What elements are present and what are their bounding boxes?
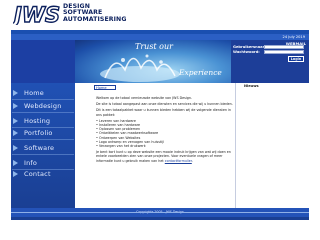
- footer-divider: [11, 212, 309, 213]
- menu-label: Contact: [24, 170, 51, 178]
- menu-label: Webdesign: [24, 102, 62, 110]
- header-left-panel: [11, 40, 75, 83]
- intro-paragraph-2: De site is totaal aangepast aan onze die…: [96, 102, 233, 107]
- webmail-login-panel: WEBMAIL Gebruikersnaam: Wachtwoord: Logi…: [231, 40, 309, 83]
- intro-text: Welkom op de totaal vernieuwde website v…: [96, 96, 236, 165]
- intro-paragraph-1: Welkom op de totaal vernieuwde website v…: [96, 96, 193, 100]
- menu-item-software[interactable]: Software: [12, 144, 74, 153]
- menu-item-home[interactable]: Home: [12, 89, 74, 98]
- menu-label: Hosting: [24, 117, 51, 125]
- arrow-icon: [13, 130, 18, 136]
- menu-label: Software: [24, 144, 55, 152]
- arrow-icon: [13, 103, 18, 109]
- menu-label: Home: [24, 89, 44, 97]
- menu-divider: [12, 99, 74, 100]
- header-banner: Trust our Experience: [75, 40, 231, 83]
- logo-text: DESIGN SOFTWARE AUTOMATISERING: [63, 3, 127, 23]
- menu-divider: [12, 139, 74, 140]
- menu-divider: [12, 127, 74, 128]
- password-label: Wachtwoord:: [233, 50, 260, 54]
- water-splash-image: [100, 54, 180, 82]
- arrow-icon: [13, 145, 18, 151]
- logo-mark: JWS: [13, 3, 60, 25]
- menu-label: Portfolio: [24, 129, 53, 137]
- breadcrumb[interactable]: Home: [94, 85, 116, 90]
- banner-slogan-2: Experience: [179, 68, 222, 77]
- arrow-icon: [13, 171, 18, 177]
- intro-paragraph-3: Dit is een totaalpakket waar u kunnen bi…: [96, 108, 232, 117]
- menu-label: Info: [24, 159, 38, 167]
- services-list: • Leveren van hardware • Installeren van…: [96, 119, 236, 148]
- password-input[interactable]: [264, 50, 304, 54]
- menu-divider: [12, 112, 74, 113]
- arrow-icon: [13, 90, 18, 96]
- menu-divider: [12, 154, 74, 155]
- banner-slogan-1: Trust our: [135, 42, 173, 51]
- login-button[interactable]: Login: [288, 56, 304, 62]
- main-menu: Home Webdesign Hosting Portfolio Softwar…: [11, 83, 75, 208]
- news-panel: Nieuws: [235, 83, 310, 208]
- list-item: • Verzorgen van het drukwerk: [96, 144, 146, 149]
- menu-item-contact[interactable]: Contact: [12, 170, 74, 179]
- username-label: Gebruikersnaam:: [233, 45, 268, 49]
- username-input[interactable]: [264, 45, 304, 49]
- main-content: Home Welkom op de totaal vernieuwde webs…: [75, 83, 235, 208]
- bottom-bar: [11, 217, 309, 220]
- menu-item-info[interactable]: Info: [12, 159, 74, 168]
- contact-form-link[interactable]: contactformulier: [165, 159, 192, 163]
- header-logo-area: JWS DESIGN SOFTWARE AUTOMATISERING: [11, 0, 309, 30]
- arrow-icon: [13, 118, 18, 124]
- menu-item-webdesign[interactable]: Webdesign: [12, 102, 74, 111]
- news-title: Nieuws: [244, 84, 259, 88]
- menu-item-portfolio[interactable]: Portfolio: [12, 129, 74, 138]
- jws-logo-icon[interactable]: JWS: [13, 3, 61, 25]
- page: JWS DESIGN SOFTWARE AUTOMATISERING 24 Ju…: [11, 0, 310, 222]
- menu-item-hosting[interactable]: Hosting: [12, 117, 74, 126]
- logo-line-3: AUTOMATISERING: [63, 15, 127, 23]
- outro-paragraph: Je bent kort kunt u op deze website een …: [96, 150, 231, 163]
- arrow-icon: [13, 160, 18, 166]
